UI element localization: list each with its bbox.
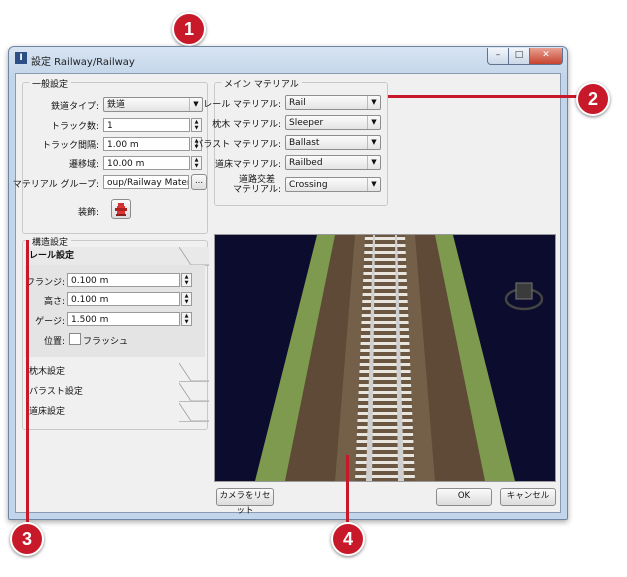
gauge-label: ゲージ: <box>35 317 65 327</box>
general-settings-group: 一般設定 鉄道タイプ: 鉄道 ▼ トラック数: 1 ▲ ▼ トラック間隔: 1.0… <box>13 77 208 234</box>
gauge-stepper[interactable]: ▲ ▼ <box>181 312 192 326</box>
callout-3: 3 <box>10 522 44 556</box>
structure-settings-group: 構造設定 レール設定 フランジ: 0.100 m ▲ ▼ 高さ: 0.100 m … <box>22 235 209 430</box>
rail-height-label: 高さ: <box>43 297 65 307</box>
window-title: 設定 Railway/Railway <box>31 57 135 68</box>
rail-material-value: Rail <box>289 98 306 108</box>
decoration-button[interactable] <box>111 199 131 219</box>
chevron-down-icon: ▼ <box>367 156 380 169</box>
decoration-label: 装飾: <box>77 208 99 218</box>
rail-height-input[interactable]: 0.100 m <box>67 292 180 306</box>
tab-railbed-settings-label: 道床設定 <box>29 407 66 417</box>
sleeper-material-label: 枕木 マテリアル: <box>212 120 281 130</box>
callout-3-line <box>26 240 29 530</box>
ballast-material-label: バラスト マテリアル: <box>194 140 281 150</box>
tab-rail-settings[interactable]: レール設定 <box>25 247 209 266</box>
crossing-material-label: 道路交差 マテリアル: <box>233 175 281 195</box>
close-button[interactable]: ✕ <box>529 48 563 65</box>
gauge-input[interactable]: 1.500 m <box>67 312 180 326</box>
flange-input[interactable]: 0.100 m <box>67 273 180 287</box>
crossing-material-value: Crossing <box>289 180 328 190</box>
track-spacing-input[interactable]: 1.00 m <box>103 137 190 151</box>
tab-railbed-settings[interactable]: 道床設定 <box>25 403 209 422</box>
flush-checkbox[interactable] <box>69 333 81 345</box>
cancel-button[interactable]: キャンセル <box>500 488 556 506</box>
track-count-label: トラック数: <box>50 122 99 132</box>
sleeper-material-select[interactable]: Sleeper ▼ <box>285 115 381 130</box>
material-group-label: マテリアル グループ: <box>12 180 99 190</box>
tab-rail-settings-label: レール設定 <box>29 251 75 261</box>
tab-ballast-settings-label: バラスト設定 <box>29 387 83 397</box>
track-spacing-label: トラック間隔: <box>41 141 99 151</box>
railway-type-select[interactable]: 鉄道 ▼ <box>103 97 203 112</box>
general-settings-legend: 一般設定 <box>29 77 72 90</box>
flange-label: フランジ: <box>25 278 65 288</box>
transition-input[interactable]: 10.00 m <box>103 156 190 170</box>
tab-slope <box>179 383 209 402</box>
tab-ballast-settings[interactable]: バラスト設定 <box>25 383 209 402</box>
maximize-button[interactable]: □ <box>508 48 530 65</box>
tab-sleeper-settings-label: 枕木設定 <box>29 367 66 377</box>
position-label: 位置: <box>43 337 65 347</box>
callout-4: 4 <box>331 522 365 556</box>
app-icon: I <box>15 52 27 64</box>
browse-button[interactable]: ... <box>191 174 207 190</box>
transition-stepper[interactable]: ▲ ▼ <box>191 156 202 170</box>
chevron-down-icon: ▼ <box>367 136 380 149</box>
railway-type-label: 鉄道タイプ: <box>50 102 99 112</box>
rail-material-select[interactable]: Rail ▼ <box>285 95 381 110</box>
crossing-material-select[interactable]: Crossing ▼ <box>285 177 381 192</box>
material-group-input[interactable]: oup/Railway Materials <box>103 175 189 189</box>
settings-window: I 設定 Railway/Railway – □ ✕ 一般設定 鉄道タイプ: 鉄… <box>8 46 568 520</box>
callout-1: 1 <box>172 12 206 46</box>
flush-label: フラッシュ <box>83 337 129 347</box>
sleeper-material-value: Sleeper <box>289 118 324 128</box>
preview-viewport[interactable] <box>214 234 556 482</box>
tab-slope <box>179 247 209 266</box>
chevron-down-icon: ▼ <box>189 98 202 111</box>
chevron-down-icon: ▼ <box>367 96 380 109</box>
ballast-material-value: Ballast <box>289 138 320 148</box>
rail-material-label: レール マテリアル: <box>203 100 281 110</box>
ballast-material-select[interactable]: Ballast ▼ <box>285 135 381 150</box>
railbed-material-select[interactable]: Railbed ▼ <box>285 155 381 170</box>
track-count-input[interactable]: 1 <box>103 118 190 132</box>
chevron-down-icon: ▼ <box>367 178 380 191</box>
chevron-down-icon: ▼ <box>367 116 380 129</box>
tab-slope <box>179 403 209 422</box>
track-count-stepper[interactable]: ▲ ▼ <box>191 118 202 132</box>
dialog-body: 一般設定 鉄道タイプ: 鉄道 ▼ トラック数: 1 ▲ ▼ トラック間隔: 1.0… <box>13 73 561 516</box>
ok-button[interactable]: OK <box>436 488 492 506</box>
flange-stepper[interactable]: ▲ ▼ <box>181 273 192 287</box>
callout-2: 2 <box>576 82 610 116</box>
railbed-material-label: 道床マテリアル: <box>215 160 281 170</box>
track-preview-render <box>215 235 555 481</box>
tab-slope <box>179 363 209 382</box>
rail-height-stepper[interactable]: ▲ ▼ <box>181 292 192 306</box>
transition-label: 遷移域: <box>68 160 99 170</box>
railway-type-value: 鉄道 <box>107 100 126 110</box>
main-material-legend: メイン マテリアル <box>221 77 302 90</box>
main-material-group: メイン マテリアル レール マテリアル: Rail ▼ 枕木 マテリアル: Sle… <box>194 77 388 206</box>
reset-camera-button[interactable]: カメラをリセット <box>216 488 274 516</box>
rail-settings-panel: フランジ: 0.100 m ▲ ▼ 高さ: 0.100 m ▲ ▼ ゲージ: 1.5… <box>25 265 205 357</box>
railbed-material-value: Railbed <box>289 158 323 168</box>
minimize-button[interactable]: – <box>487 48 509 65</box>
callout-4-line <box>346 455 349 530</box>
fire-hydrant-icon <box>115 203 127 216</box>
tab-sleeper-settings[interactable]: 枕木設定 <box>25 363 209 382</box>
callout-2-line <box>388 95 584 98</box>
